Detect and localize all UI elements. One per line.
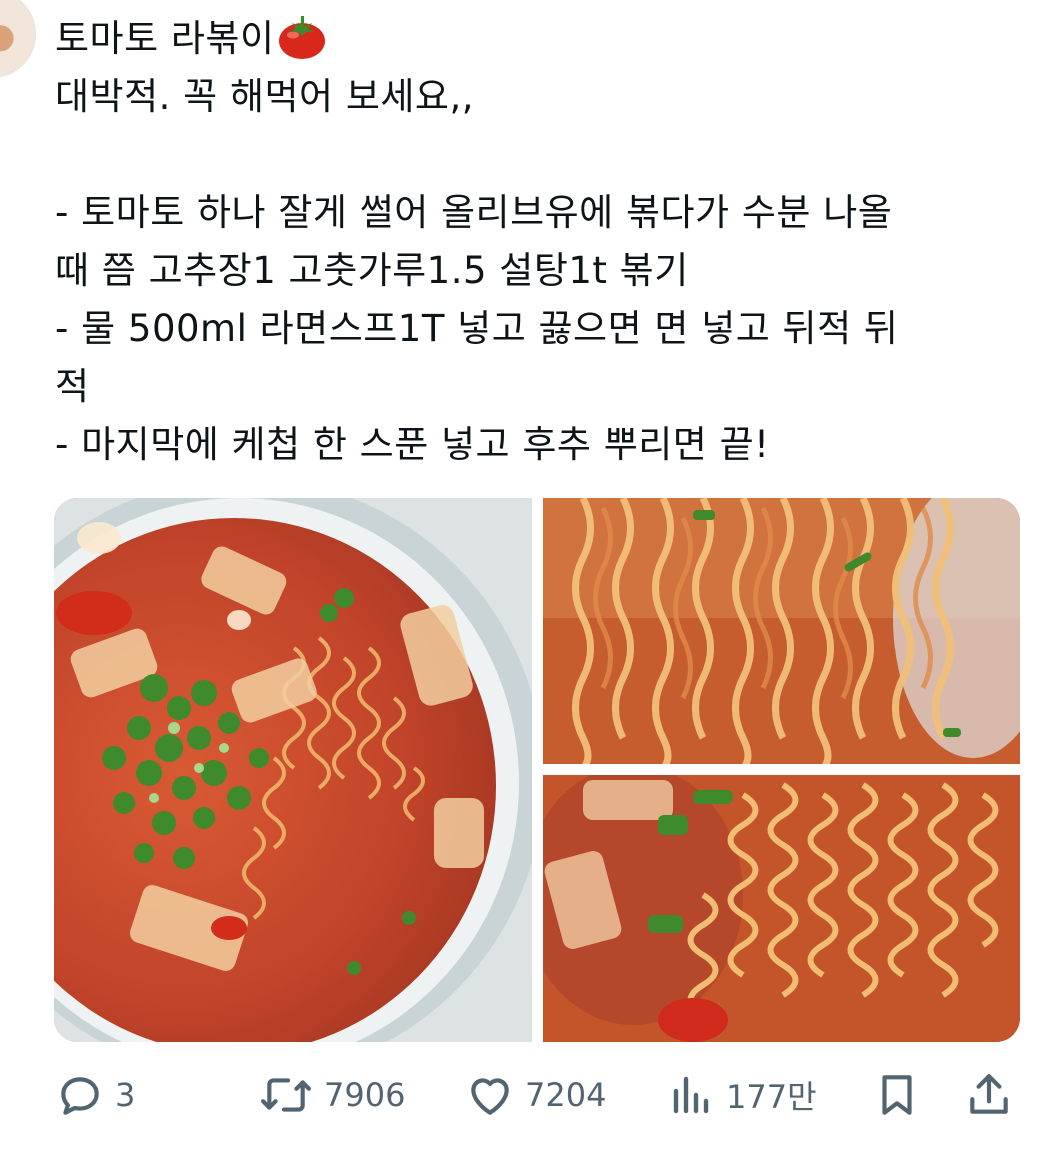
like-button[interactable]: 7204 (465, 1062, 606, 1128)
tweet-line-3 (55, 126, 1015, 184)
retweet-icon (261, 1078, 311, 1112)
tweet-text: 토마토 라볶이 대박적. 꼭 해먹어 보세요,, - 토마토 하나 잘게 썰어 … (55, 10, 1015, 474)
bookmark-button[interactable] (872, 1062, 922, 1128)
tweet-line-6: - 물 500ml 라면스프1T 넣고 끓으면 면 넣고 뒤적 뒤 (55, 307, 899, 350)
tweet-media-grid (54, 498, 1020, 1042)
tomato-emoji-icon (278, 16, 325, 59)
author-handle-cropped: ˇ ˇ ˇ ˇ (320, 0, 430, 2)
media-photo-bowl[interactable] (54, 498, 532, 1042)
share-icon (970, 1074, 1008, 1114)
avatar[interactable] (0, 0, 36, 78)
tweet-line-8: - 마지막에 케첩 한 스푼 넣고 후추 뿌리면 끝! (55, 423, 770, 466)
tweet-title-line: 토마토 라볶이 (55, 10, 1015, 68)
reply-button[interactable]: 3 (55, 1062, 135, 1128)
views-button[interactable]: 177만 (668, 1062, 817, 1128)
retweet-button[interactable]: 7906 (258, 1062, 405, 1128)
reply-count: 3 (115, 1076, 136, 1114)
reply-icon (61, 1077, 99, 1115)
media-photo-noodles-close[interactable] (543, 775, 1020, 1042)
tweet-line-4: - 토마토 하나 잘게 썰어 올리브유에 볶다가 수분 나올 (55, 191, 893, 234)
tweet-line-5: 때 쯤 고추장1 고춧가루1.5 설탕1t 볶기 (55, 249, 689, 292)
media-photo-noodles-lift[interactable] (543, 498, 1020, 764)
heart-icon (471, 1078, 509, 1115)
retweet-count: 7906 (324, 1076, 406, 1114)
share-button[interactable] (964, 1062, 1014, 1128)
tweet-action-bar: 3 7906 7204 177만 (0, 1062, 1048, 1128)
views-icon (673, 1076, 709, 1114)
bookmark-icon (882, 1075, 912, 1115)
tweet-line-2: 대박적. 꼭 해먹어 보세요,, (55, 75, 474, 118)
like-count: 7204 (525, 1076, 607, 1114)
views-count: 177만 (726, 1078, 817, 1116)
tweet-line-7: 적 (55, 365, 90, 408)
tweet-line-1: 토마토 라볶이 (55, 17, 275, 60)
